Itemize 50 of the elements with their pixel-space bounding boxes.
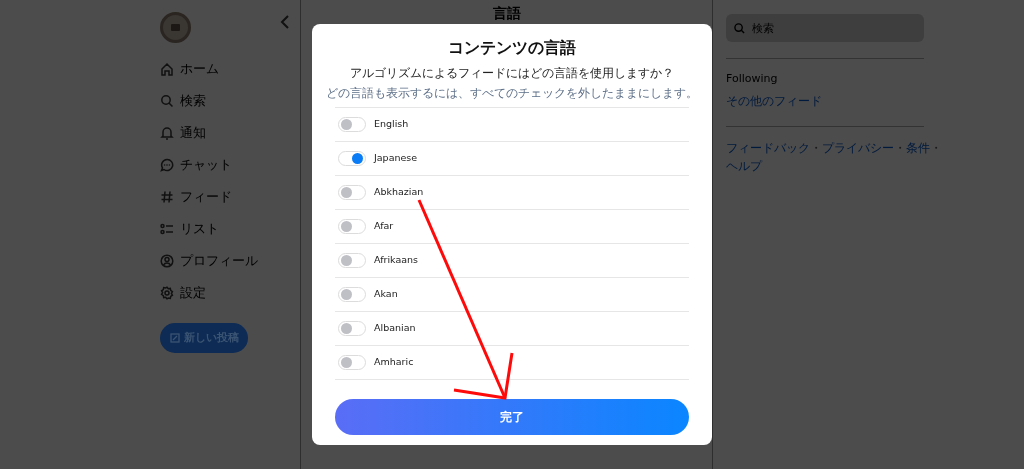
edit-icon xyxy=(169,333,180,343)
page-title: 言語 xyxy=(492,4,521,23)
toggle-switch[interactable] xyxy=(338,117,366,132)
toggle-switch[interactable] xyxy=(338,151,366,166)
more-feeds-link[interactable]: その他のフィード xyxy=(726,91,822,110)
dialog-question: アルゴリズムによるフィードにはどの言語を使用しますか？ xyxy=(349,65,675,82)
footer-link[interactable]: プライバシー xyxy=(822,139,894,157)
search-icon xyxy=(734,23,745,34)
language-label: Afrikaans xyxy=(374,253,418,268)
toggle-switch[interactable] xyxy=(338,185,366,200)
nav-item[interactable]: チャット xyxy=(160,149,300,181)
following-label: Following xyxy=(726,71,779,87)
done-button[interactable]: 完了 xyxy=(335,399,689,435)
dialog-title: コンテンツの言語 xyxy=(447,37,577,59)
search-icon xyxy=(160,94,174,108)
toggle-switch[interactable] xyxy=(338,287,366,302)
chat-bubble-icon xyxy=(160,158,174,172)
language-label: Japanese xyxy=(374,151,418,166)
avatar[interactable] xyxy=(160,12,191,43)
toggle-switch[interactable] xyxy=(338,321,366,336)
home-icon xyxy=(160,62,174,76)
avatar-icon xyxy=(171,24,180,31)
separator-dot: ・ xyxy=(894,140,906,157)
list-icon xyxy=(160,222,174,236)
settings-icon xyxy=(160,286,174,300)
profile-icon xyxy=(160,254,174,268)
search-field[interactable]: 検索 xyxy=(726,14,924,42)
footer-link[interactable]: 条件 xyxy=(906,139,930,157)
language-label: Amharic xyxy=(374,355,414,370)
language-label: English xyxy=(374,117,409,132)
dialog-hint: どの言語も表示するには、すべてのチェックを外したままにします。 xyxy=(325,85,699,102)
language-label: Akan xyxy=(374,287,398,302)
separator-dot: ・ xyxy=(810,140,822,157)
footer-link[interactable]: フィードバック xyxy=(726,139,810,157)
toggle-switch[interactable] xyxy=(338,253,366,268)
hash-icon xyxy=(160,190,174,204)
toggle-switch[interactable] xyxy=(338,355,366,370)
nav-item[interactable]: 検索 xyxy=(160,85,300,117)
separator-dot: ・ xyxy=(930,140,942,157)
language-label: Afar xyxy=(374,219,394,234)
nav-item[interactable]: リスト xyxy=(160,213,300,245)
nav-item[interactable]: 通知 xyxy=(160,117,300,149)
language-label: Albanian xyxy=(374,321,416,336)
chevron-left-icon xyxy=(280,14,290,29)
nav-item[interactable]: 設定 xyxy=(160,277,300,309)
back-button[interactable] xyxy=(280,14,290,29)
language-label: Abkhazian xyxy=(374,185,424,200)
toggle-switch[interactable] xyxy=(338,219,366,234)
bell-icon xyxy=(160,126,174,140)
footer-link[interactable]: ヘルプ xyxy=(726,157,762,175)
